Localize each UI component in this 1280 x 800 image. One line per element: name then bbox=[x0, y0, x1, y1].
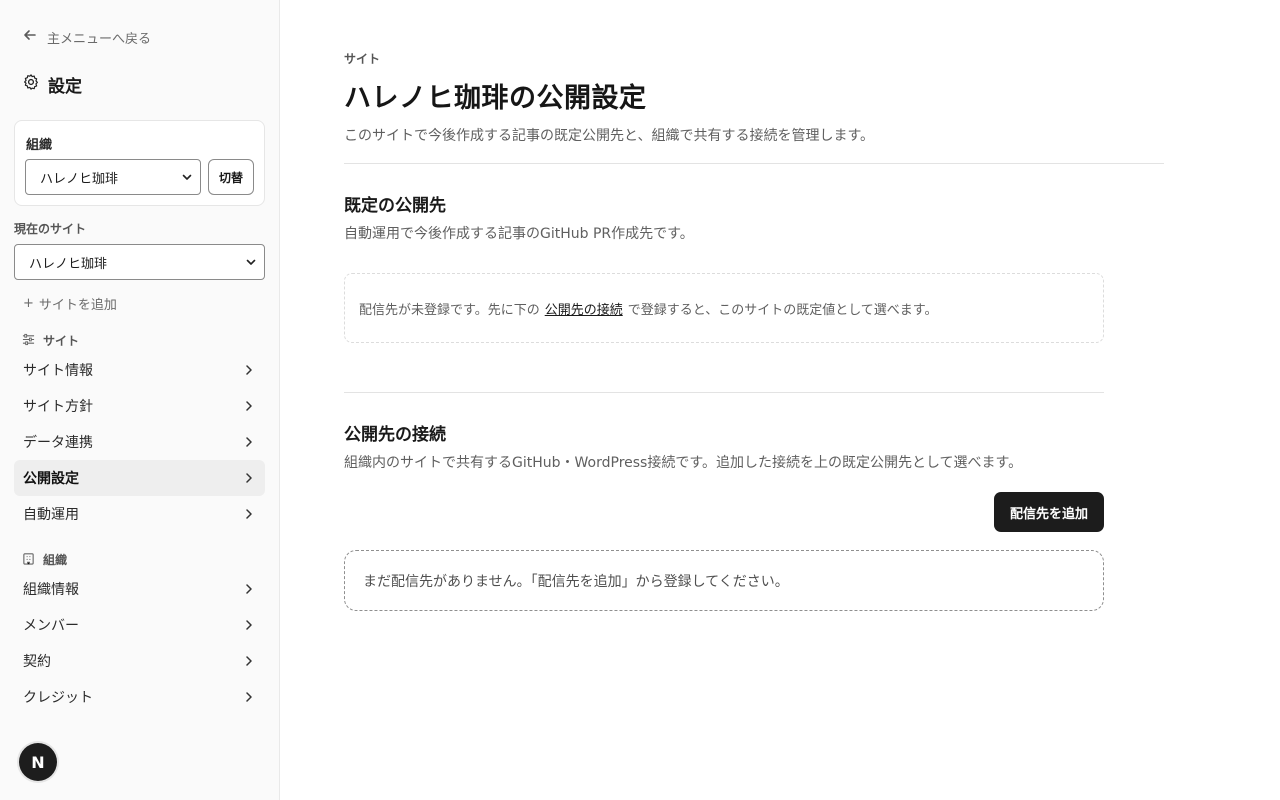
divider bbox=[344, 392, 1104, 393]
add-destination-button[interactable]: 配信先を追加 bbox=[994, 492, 1104, 532]
chevron-right-icon bbox=[246, 509, 252, 519]
site-select-value: ハレノヒ珈琲 bbox=[29, 256, 108, 272]
sidebar-item-publish-settings[interactable]: 公開設定 bbox=[14, 460, 265, 496]
gear-icon bbox=[22, 73, 40, 96]
sidebar-item-site-policy[interactable]: サイト方針 bbox=[14, 388, 265, 424]
page-title: ハレノヒ珈琲の公開設定 bbox=[344, 83, 647, 114]
chevron-right-icon bbox=[246, 437, 252, 447]
sidebar-item-credit[interactable]: クレジット bbox=[14, 679, 265, 715]
sidebar-item-label: 自動運用 bbox=[23, 507, 79, 523]
sidebar-item-label: 公開設定 bbox=[23, 471, 79, 487]
site-select[interactable]: ハレノヒ珈琲 bbox=[14, 244, 265, 280]
chevron-right-icon bbox=[246, 584, 252, 594]
notice-text-before: 配信先が未登録です。先に下の bbox=[359, 302, 540, 318]
add-site-label: サイトを追加 bbox=[38, 298, 117, 313]
current-site-label: 現在のサイト bbox=[14, 222, 87, 236]
avatar[interactable]: N bbox=[19, 743, 57, 781]
org-section-header: 組織 bbox=[22, 551, 67, 568]
sidebar-item-contract[interactable]: 契約 bbox=[14, 643, 265, 679]
settings-sidebar: 主メニューへ戻る 設定 組織 ハレノヒ珈琲 切替 現在のサイト ハレノヒ珈琲 +… bbox=[0, 0, 280, 800]
arrow-left-icon bbox=[22, 27, 38, 47]
back-to-main-menu-link[interactable]: 主メニューへ戻る bbox=[22, 27, 151, 47]
chevron-down-icon bbox=[182, 174, 192, 180]
org-card: 組織 ハレノヒ珈琲 切替 bbox=[14, 120, 265, 206]
sidebar-item-site-info[interactable]: サイト情報 bbox=[14, 352, 265, 388]
sidebar-item-data-integration[interactable]: データ連携 bbox=[14, 424, 265, 460]
default-target-notice: 配信先が未登録です。先に下の 公開先の接続 で登録すると、このサイトの既定値とし… bbox=[344, 273, 1104, 343]
connections-description: 組織内のサイトで共有するGitHub・WordPress接続です。追加した接続を… bbox=[344, 455, 1023, 471]
chevron-right-icon bbox=[246, 692, 252, 702]
main-content: サイト ハレノヒ珈琲の公開設定 このサイトで今後作成する記事の既定公開先と、組織… bbox=[344, 0, 1164, 800]
sidebar-item-org-info[interactable]: 組織情報 bbox=[14, 571, 265, 607]
building-icon bbox=[22, 552, 35, 568]
site-section-label: サイト bbox=[43, 334, 80, 348]
connections-link[interactable]: 公開先の接続 bbox=[545, 299, 623, 318]
default-target-description: 自動運用で今後作成する記事のGitHub PR作成先です。 bbox=[344, 226, 694, 242]
chevron-right-icon bbox=[246, 656, 252, 666]
sidebar-item-auto-operation[interactable]: 自動運用 bbox=[14, 496, 265, 532]
sidebar-item-label: メンバー bbox=[23, 618, 79, 634]
connections-heading: 公開先の接続 bbox=[344, 425, 446, 445]
plus-icon: + bbox=[23, 296, 34, 311]
org-select[interactable]: ハレノヒ珈琲 bbox=[25, 159, 201, 195]
connections-empty-state: まだ配信先がありません。「配信先を追加」から登録してください。 bbox=[344, 550, 1104, 611]
org-section-label: 組織 bbox=[43, 553, 68, 567]
default-target-heading: 既定の公開先 bbox=[344, 196, 446, 216]
back-link-label: 主メニューへ戻る bbox=[47, 31, 152, 47]
page-description: このサイトで今後作成する記事の既定公開先と、組織で共有する接続を管理します。 bbox=[344, 128, 875, 144]
sidebar-title-label: 設定 bbox=[48, 77, 82, 97]
chevron-right-icon bbox=[246, 620, 252, 630]
empty-state-text: まだ配信先がありません。「配信先を追加」から登録してください。 bbox=[363, 573, 789, 590]
add-site-link[interactable]: + サイトを追加 bbox=[23, 294, 117, 313]
sidebar-item-label: サイト情報 bbox=[23, 363, 93, 379]
page-eyebrow: サイト bbox=[344, 52, 381, 66]
sidebar-item-label: 組織情報 bbox=[23, 582, 79, 598]
chevron-right-icon bbox=[246, 401, 252, 411]
sidebar-item-label: クレジット bbox=[23, 690, 93, 706]
sidebar-item-label: サイト方針 bbox=[23, 399, 93, 415]
sidebar-item-label: 契約 bbox=[23, 654, 51, 670]
chevron-right-icon bbox=[246, 473, 252, 483]
sliders-icon bbox=[22, 333, 35, 349]
sidebar-title: 設定 bbox=[22, 72, 82, 97]
sidebar-item-members[interactable]: メンバー bbox=[14, 607, 265, 643]
sidebar-item-label: データ連携 bbox=[23, 435, 93, 451]
org-select-value: ハレノヒ珈琲 bbox=[40, 171, 119, 187]
chevron-down-icon bbox=[246, 259, 256, 265]
site-section-header: サイト bbox=[22, 332, 79, 349]
chevron-right-icon bbox=[246, 365, 252, 375]
notice-text-after: で登録すると、このサイトの既定値として選べます。 bbox=[627, 302, 938, 318]
org-label: 組織 bbox=[26, 138, 53, 153]
divider bbox=[344, 163, 1164, 164]
org-switch-button[interactable]: 切替 bbox=[208, 159, 254, 195]
